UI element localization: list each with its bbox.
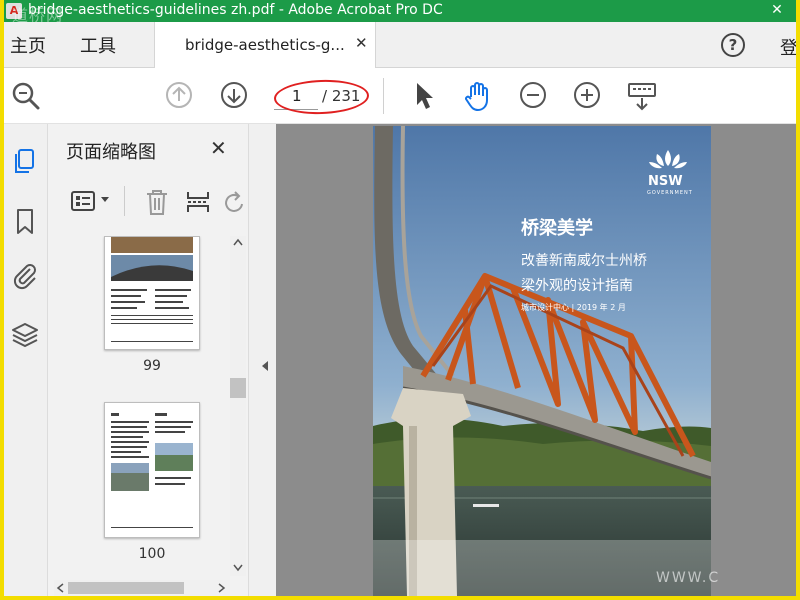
tab-home[interactable]: 主页 bbox=[10, 32, 46, 58]
help-icon[interactable]: ? bbox=[721, 33, 745, 57]
left-navigation-rail bbox=[4, 124, 48, 596]
sign-in-link[interactable]: 登录 bbox=[780, 34, 796, 60]
insert-page-icon[interactable] bbox=[184, 188, 212, 216]
thumbnail-page[interactable] bbox=[104, 402, 200, 538]
scroll-right-arrow-icon[interactable] bbox=[218, 583, 226, 593]
zoom-in-icon[interactable] bbox=[572, 80, 602, 110]
page-thumbnails-icon[interactable] bbox=[10, 146, 40, 176]
scroll-up-arrow-icon[interactable] bbox=[233, 238, 243, 246]
thumbnail-page[interactable] bbox=[104, 236, 200, 350]
panel-splitter[interactable] bbox=[248, 124, 276, 596]
arrow-down-circle-icon[interactable] bbox=[219, 80, 249, 110]
pointer-icon[interactable] bbox=[412, 80, 436, 112]
acrobat-window: A 道桥网 bridge-aesthetics-guidelines zh.pd… bbox=[4, 0, 796, 596]
main-toolbar: / 231 bbox=[4, 68, 796, 124]
cover-subtitle-line1: 改善新南威尔士州桥 bbox=[521, 253, 647, 269]
horizontal-scroll-thumb[interactable] bbox=[68, 582, 184, 594]
thumbnail-page-number: 100 bbox=[138, 546, 166, 562]
rotate-icon[interactable] bbox=[224, 190, 246, 216]
collapse-panel-arrow-icon[interactable] bbox=[261, 360, 269, 372]
hand-icon[interactable] bbox=[462, 80, 494, 112]
thumbnail-page-number: 99 bbox=[143, 358, 161, 374]
cover-bottom-band bbox=[373, 540, 711, 596]
panel-title: 页面缩略图 bbox=[66, 142, 156, 163]
panel-close-button[interactable]: ✕ bbox=[210, 136, 227, 160]
arrow-up-circle-icon[interactable] bbox=[164, 80, 194, 110]
corner-watermark: WWW.C bbox=[656, 570, 721, 586]
thumbnail-list: 99 100 bbox=[48, 236, 226, 576]
scroll-down-arrow-icon[interactable] bbox=[233, 564, 243, 572]
document-tab-close-button[interactable]: ✕ bbox=[355, 34, 368, 52]
pdf-cover-page: NSW GOVERNMENT 桥梁美学 改善新南威尔士州桥 梁外观的设计指南 城… bbox=[373, 126, 711, 596]
thumbnails-panel: 页面缩略图 ✕ 99 100 bbox=[48, 124, 248, 596]
tab-bar: 主页 工具 bridge-aesthetics-g... ✕ ? 登录 bbox=[4, 22, 796, 68]
zoom-out-icon[interactable] bbox=[518, 80, 548, 110]
options-menu-icon[interactable] bbox=[70, 188, 98, 214]
panel-toolbar bbox=[48, 184, 248, 220]
thumbnail-horizontal-scrollbar[interactable] bbox=[54, 580, 230, 596]
title-bar: A 道桥网 bridge-aesthetics-guidelines zh.pd… bbox=[4, 0, 796, 22]
cover-subtitle-line2: 梁外观的设计指南 bbox=[521, 278, 633, 294]
thumbnail-page-content bbox=[111, 237, 193, 342]
keyboard-icon[interactable] bbox=[626, 80, 658, 112]
document-viewer[interactable]: NSW GOVERNMENT 桥梁美学 改善新南威尔士州桥 梁外观的设计指南 城… bbox=[276, 124, 796, 596]
attachment-icon[interactable] bbox=[10, 260, 40, 290]
toolbar-divider bbox=[383, 78, 384, 114]
window-title: bridge-aesthetics-guidelines zh.pdf - Ad… bbox=[28, 2, 443, 18]
scroll-left-arrow-icon[interactable] bbox=[56, 583, 64, 593]
layers-icon[interactable] bbox=[10, 320, 40, 350]
search-icon[interactable] bbox=[10, 80, 42, 112]
cover-title: 桥梁美学 bbox=[521, 218, 593, 239]
trash-icon[interactable] bbox=[144, 188, 170, 216]
tab-document[interactable]: bridge-aesthetics-g... ✕ bbox=[154, 22, 376, 68]
document-tab-label: bridge-aesthetics-g... bbox=[185, 36, 345, 54]
vertical-scroll-thumb[interactable] bbox=[230, 378, 246, 398]
thumbnail-vertical-scrollbar[interactable] bbox=[230, 236, 246, 576]
nsw-logo-subtext: GOVERNMENT bbox=[647, 190, 693, 196]
nsw-logo-text: NSW bbox=[648, 174, 683, 189]
window-close-button[interactable]: ✕ bbox=[758, 0, 796, 22]
chevron-down-icon[interactable] bbox=[100, 196, 110, 204]
thumbnail-page-content bbox=[111, 413, 193, 528]
tab-tools[interactable]: 工具 bbox=[80, 32, 116, 58]
bookmark-icon[interactable] bbox=[10, 206, 40, 236]
cover-meta: 城市设计中心 | 2019 年 2 月 bbox=[521, 303, 626, 312]
panel-toolbar-divider bbox=[124, 186, 125, 216]
